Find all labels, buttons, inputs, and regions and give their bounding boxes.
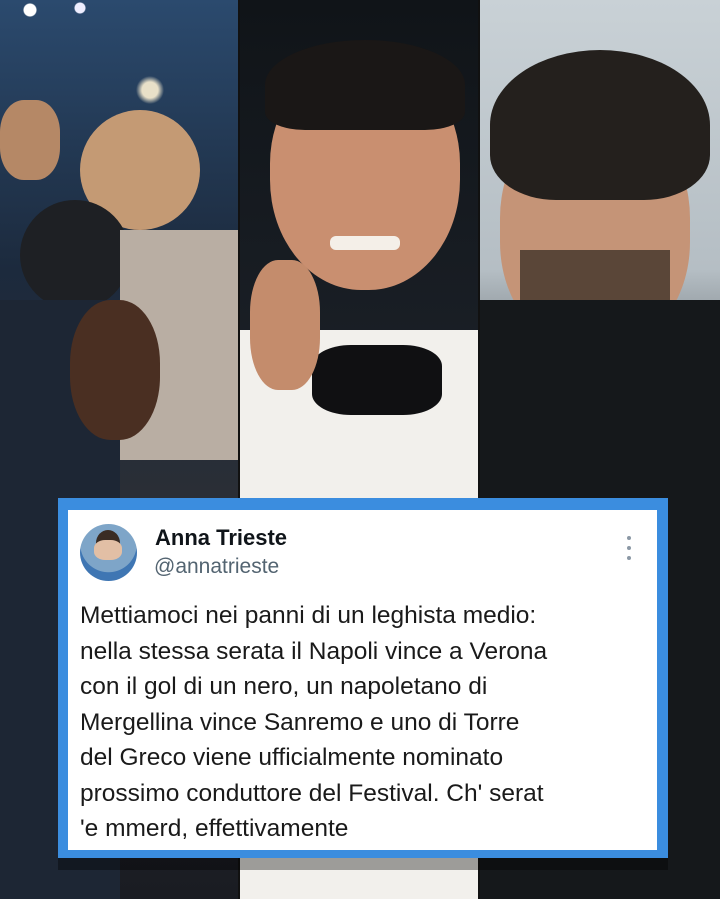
avatar[interactable] (80, 524, 137, 581)
author-handle[interactable]: @annatrieste (154, 555, 279, 579)
author-name[interactable]: Anna Trieste (155, 525, 287, 551)
tweet-card-shadow (58, 858, 668, 870)
tweet-text: Mettiamoci nei panni di un leghista medi… (80, 602, 548, 842)
tweet-card[interactable]: Anna Trieste @annatrieste Mettiamoci nei… (68, 510, 657, 850)
more-vertical-icon[interactable] (624, 536, 634, 560)
